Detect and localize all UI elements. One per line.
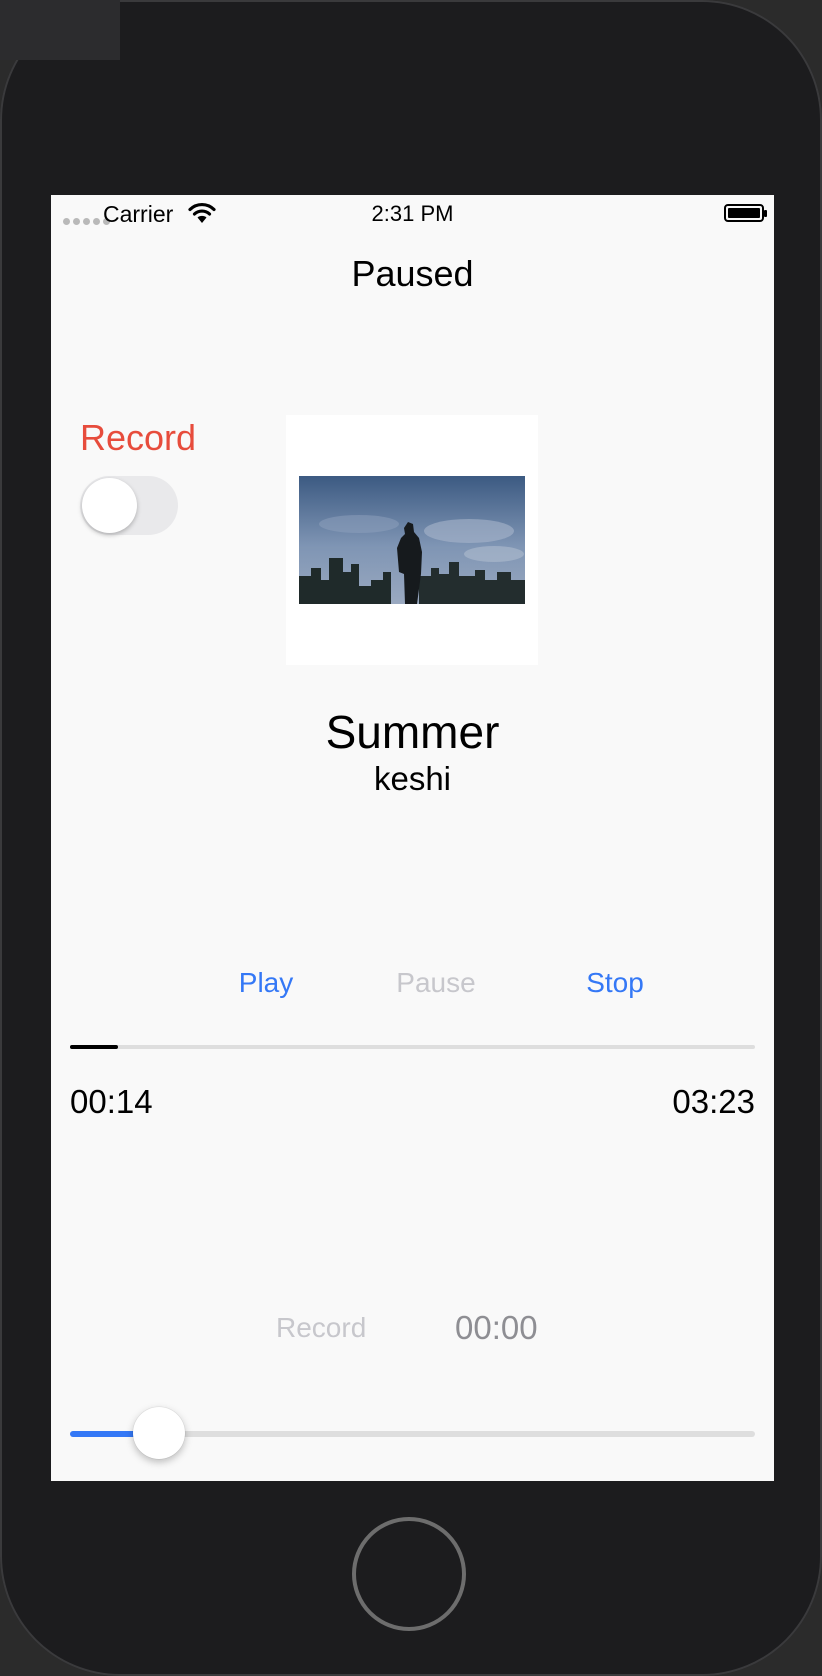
screen: Carrier 2:31 PM Paused Record Summer kes… <box>51 195 774 1481</box>
elapsed-time: 00:14 <box>70 1083 153 1120</box>
album-artwork-frame <box>286 415 538 665</box>
artist-name: keshi <box>373 760 452 797</box>
window-strip <box>0 0 120 60</box>
toggle-knob <box>82 478 137 533</box>
record-label: Record <box>80 417 197 458</box>
volume-slider-thumb[interactable] <box>133 1407 186 1459</box>
playback-progress-bar[interactable] <box>70 1045 755 1049</box>
home-button[interactable] <box>352 1517 466 1631</box>
total-duration: 03:23 <box>672 1083 755 1120</box>
album-artwork-image <box>299 476 525 604</box>
device-frame: Carrier 2:31 PM Paused Record Summer kes… <box>0 0 822 1676</box>
playback-progress-fill <box>70 1045 118 1049</box>
record-time: 00:00 <box>455 1309 538 1346</box>
record-toggle[interactable] <box>80 476 178 535</box>
player-state-title: Paused <box>351 253 474 294</box>
play-button[interactable]: Play <box>201 967 331 999</box>
record-button[interactable]: Record <box>276 1312 366 1344</box>
status-bar: Carrier 2:31 PM <box>51 195 774 235</box>
status-time: 2:31 PM <box>371 201 454 226</box>
volume-slider[interactable] <box>70 1407 755 1459</box>
song-title: Summer <box>325 706 500 758</box>
battery-icon <box>724 204 767 222</box>
stop-button[interactable]: Stop <box>550 967 680 999</box>
pause-button[interactable]: Pause <box>371 967 501 999</box>
